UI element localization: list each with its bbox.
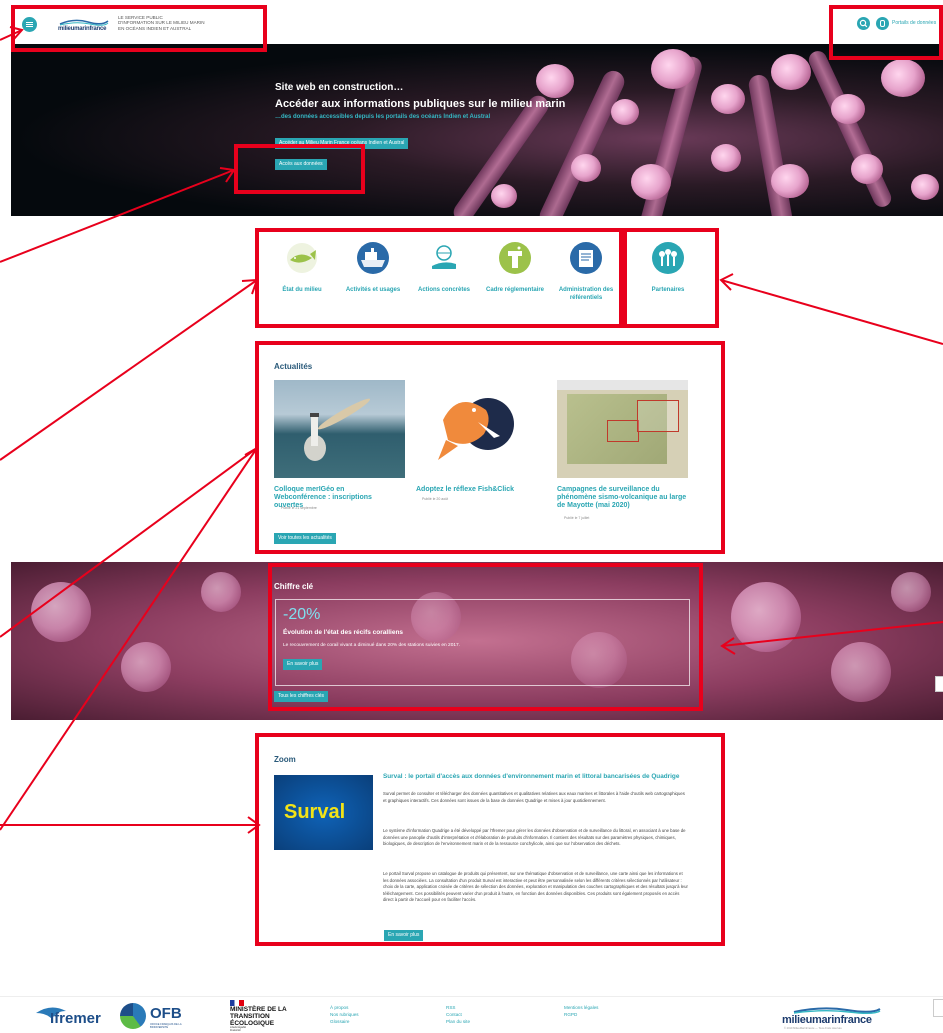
surval-logo-text: Surval (284, 801, 346, 823)
ofb-logo[interactable]: OFB OFFICE FRANÇAIS DE LA BIODIVERSITÉ (120, 1003, 192, 1031)
footer-links-col-1: À propos Nos rubriques Glossaire (330, 1004, 359, 1025)
hero-title: Site web en construction… (275, 82, 404, 93)
portals-button[interactable]: Portails de données (876, 17, 943, 30)
ministry-motto: Liberté Égalité Fraternité (230, 1026, 246, 1032)
hand-globe-icon (428, 242, 460, 274)
tagline: LE SERVICE PUBLIC D'INFORMATION SUR LE M… (118, 15, 205, 31)
keyfigure-text: Le recouvrement de corail vivant a dimin… (283, 643, 461, 648)
theme-etat-milieu[interactable]: État du milieu (267, 242, 337, 294)
keyfigure-more-button[interactable]: En savoir plus (283, 659, 323, 670)
footer-link[interactable]: RGPD (564, 1011, 598, 1018)
ministry-logo[interactable]: MINISTÈRE DE LA TRANSITION ÉCOLOGIQUE Li… (230, 1000, 312, 1032)
tagline-line: EN OCÉANS INDIEN ET AUSTRAL (118, 25, 192, 31)
logo-text: milieumarinfrance (58, 26, 107, 32)
themes-nav: État du milieu Activités et usages Actio… (255, 232, 715, 327)
menu-button[interactable] (22, 17, 37, 32)
news-title[interactable]: Adoptez le réflexe Fish&Click (416, 486, 526, 494)
keyfigure-title: Évolution de l'état des récifs corallien… (283, 629, 404, 636)
header: milieumarinfrance LE SERVICE PUBLIC D'IN… (0, 0, 943, 44)
theme-activites[interactable]: Activités et usages (338, 242, 408, 294)
theme-cadre[interactable]: Cadre réglementaire (480, 242, 550, 294)
ofb-subtitle: OFFICE FRANÇAIS DE LA BIODIVERSITÉ (150, 1023, 182, 1029)
lectern-icon (499, 242, 531, 274)
news-image-mayotte-map[interactable] (557, 380, 688, 478)
search-icon (859, 19, 868, 28)
documents-icon (570, 242, 602, 274)
wave-logo-icon (59, 19, 109, 26)
ministry-text: MINISTÈRE DE LA TRANSITION ÉCOLOGIQUE (230, 1006, 287, 1027)
theme-label: Administration des référentiels (558, 287, 614, 301)
footer-link[interactable]: À propos (330, 1004, 359, 1011)
footer-link[interactable]: Glossaire (330, 1018, 359, 1025)
news-image-fishclick[interactable] (428, 380, 528, 478)
ifremer-logo[interactable]: Ifremer (36, 1005, 114, 1029)
footer-links-col-3: Mentions légales RGPD (564, 1004, 598, 1018)
footer-wave-icon (793, 1007, 881, 1014)
theme-partenaires[interactable]: Partenaires (633, 242, 703, 294)
theme-administration[interactable]: Administration des référentiels (551, 242, 621, 302)
footer-link[interactable]: Plan du site (446, 1018, 470, 1025)
database-icon (876, 17, 889, 30)
portals-label: Portails de données (892, 20, 937, 26)
theme-label: Actions concrètes (417, 287, 471, 293)
hamburger-icon (26, 21, 33, 28)
hero-tagline: …des données accessibles depuis les port… (275, 114, 491, 120)
footer-scroll-top-button[interactable] (933, 999, 943, 1017)
footer-link[interactable]: RSS (446, 1004, 470, 1011)
theme-label: Partenaires (651, 287, 685, 293)
theme-actions[interactable]: Actions concrètes (409, 242, 479, 294)
footer-links-col-2: RSS Contact Plan du site (446, 1004, 470, 1025)
news-date: Publié le 21 septembre (281, 506, 317, 510)
theme-label: État du milieu (282, 287, 322, 293)
scroll-top-button[interactable] (935, 676, 943, 692)
theme-label: Activités et usages (345, 287, 401, 293)
ofb-text: OFB (150, 1005, 182, 1022)
footer-site-logo[interactable]: milieumarinfrance © 2019 MilieuMarinFran… (782, 1006, 912, 1032)
zoom-paragraph: Le portail Surval propose un catalogue d… (383, 871, 688, 903)
hero-button-data-access[interactable]: Accès aux données (275, 159, 327, 170)
fish-icon (286, 242, 318, 274)
copyright: © 2019 MilieuMarinFrance — Tous droits r… (784, 1027, 842, 1030)
all-keyfigures-button[interactable]: Tous les chiffres clés (274, 691, 329, 702)
footer-link[interactable]: Contact (446, 1011, 470, 1018)
footer-logo-text: milieumarinfrance (782, 1014, 872, 1026)
ifremer-text: Ifremer (50, 1010, 101, 1027)
keyfigure-heading: Chiffre clé (274, 582, 314, 591)
search-button[interactable] (857, 17, 870, 30)
zoom-paragraph: Surval permet de consulter et télécharge… (383, 791, 685, 803)
zoom-paragraph: Le système d'information Quadrige a été … (383, 828, 686, 847)
hero-button-milieu-marin[interactable]: Accéder au Milieu Marin France océans In… (275, 138, 409, 149)
news-date: Publié le 7 juillet (564, 516, 590, 520)
ofb-circle-icon (120, 1003, 146, 1029)
hero-banner (11, 44, 943, 216)
footer-link[interactable]: Nos rubriques (330, 1011, 359, 1018)
surval-image[interactable]: Surval (274, 775, 373, 850)
news-title[interactable]: Campagnes de surveillance du phénomène s… (557, 486, 687, 510)
ship-icon (357, 242, 389, 274)
hero-subtitle: Accéder aux informations publiques sur l… (275, 98, 566, 110)
footer-link[interactable]: Mentions légales (564, 1004, 598, 1011)
news-image-lighthouse[interactable] (274, 380, 405, 478)
zoom-heading: Zoom (274, 755, 296, 764)
news-heading: Actualités (274, 362, 313, 371)
all-news-button[interactable]: Voir toutes les actualités (274, 533, 336, 544)
news-date: Publié le 20 août (422, 497, 449, 501)
zoom-more-button[interactable]: En savoir plus (384, 930, 424, 941)
keyfigure-value: -20% (283, 606, 321, 623)
site-logo[interactable]: milieumarinfrance (58, 18, 110, 34)
partners-icon (652, 242, 684, 274)
zoom-title[interactable]: Surval : le portail d'accès aux données … (383, 773, 683, 780)
theme-label: Cadre réglementaire (485, 287, 545, 293)
